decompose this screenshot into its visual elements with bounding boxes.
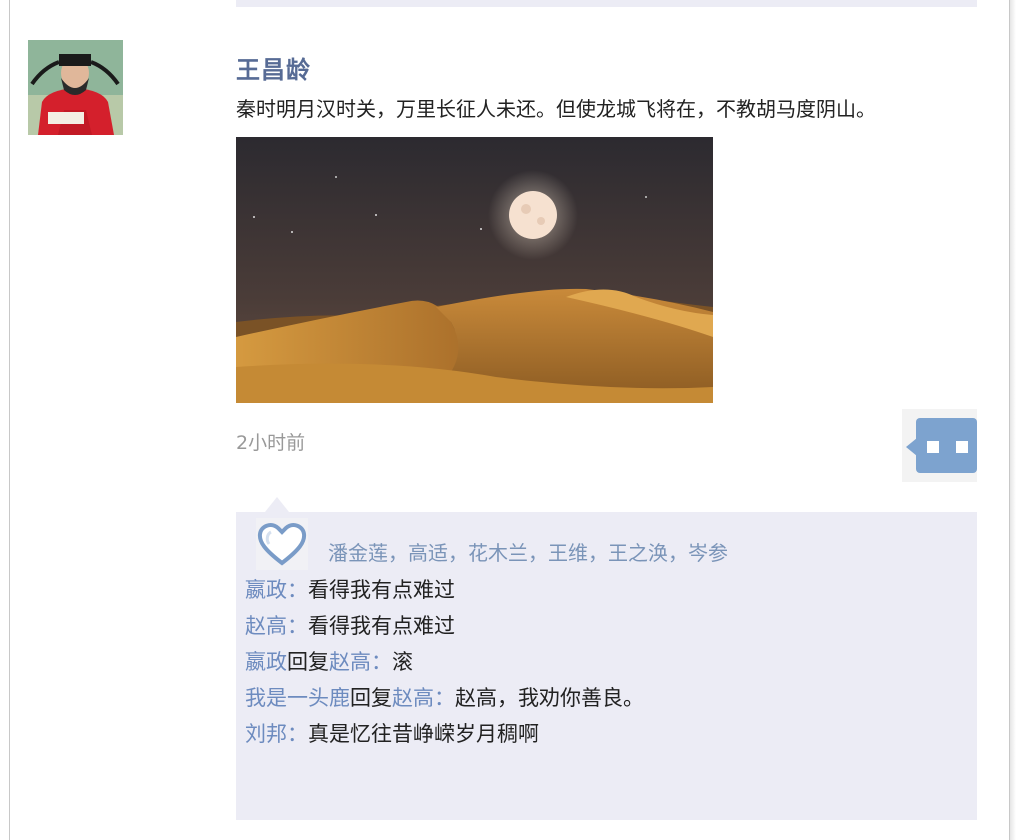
reply-word: 回复: [287, 650, 329, 674]
comment-icon-dot: [956, 441, 968, 453]
comment-separator: ：: [434, 686, 455, 710]
comment-list: 嬴政：看得我有点难过 赵高：看得我有点难过 嬴政回复赵高：滚 我是一头鹿回复赵高…: [245, 572, 644, 752]
comment-area: 潘金莲，高适，花木兰，王维，王之涣，岑参 嬴政：看得我有点难过 赵高：看得我有点…: [236, 512, 977, 820]
comment-item[interactable]: 嬴政：看得我有点难过: [245, 572, 644, 608]
comment-text: 看得我有点难过: [308, 614, 455, 638]
comment-icon: [916, 418, 977, 473]
liked-by-names[interactable]: 潘金莲，高适，花木兰，王维，王之涣，岑参: [328, 523, 728, 566]
comment-user[interactable]: 我是一头鹿: [245, 686, 350, 710]
reply-to-user[interactable]: 赵高: [392, 686, 434, 710]
comment-item[interactable]: 刘邦：真是忆往昔峥嵘岁月稠啊: [245, 716, 644, 752]
comment-separator: ：: [371, 650, 392, 674]
avatar[interactable]: [28, 40, 123, 135]
comment-item[interactable]: 嬴政回复赵高：滚: [245, 644, 644, 680]
panel-shadow: [1010, 0, 1016, 840]
comment-item[interactable]: 我是一头鹿回复赵高：赵高，我劝你善良。: [245, 680, 644, 716]
comment-text: 真是忆往昔峥嵘岁月稠啊: [308, 722, 539, 746]
comment-separator: ：: [287, 722, 308, 746]
post-timestamp: 2小时前: [236, 432, 306, 454]
comment-item[interactable]: 赵高：看得我有点难过: [245, 608, 644, 644]
comment-user[interactable]: 嬴政: [245, 578, 287, 602]
reply-word: 回复: [350, 686, 392, 710]
comment-user[interactable]: 嬴政: [245, 650, 287, 674]
heart-icon: [256, 518, 308, 570]
comment-text: 滚: [392, 650, 413, 674]
reply-to-user[interactable]: 赵高: [329, 650, 371, 674]
comment-text: 看得我有点难过: [308, 578, 455, 602]
comment-icon-dot: [927, 441, 939, 453]
previous-comment-area: [236, 0, 977, 7]
comment-separator: ：: [287, 578, 308, 602]
comment-user[interactable]: 赵高: [245, 614, 287, 638]
comment-user[interactable]: 刘邦: [245, 722, 287, 746]
post-image[interactable]: [236, 137, 713, 403]
comment-text: 赵高，我劝你善良。: [455, 686, 644, 710]
post-author-name[interactable]: 王昌龄: [236, 50, 311, 85]
comment-separator: ：: [287, 614, 308, 638]
comment-action-button[interactable]: [902, 409, 977, 482]
comment-area-pointer: [265, 497, 289, 512]
post-text: 秦时明月汉时关，万里长征人未还。但使龙城飞将在，不教胡马度阴山。: [236, 97, 876, 121]
likes-row: 潘金莲，高适，花木兰，王维，王之涣，岑参: [256, 518, 728, 570]
